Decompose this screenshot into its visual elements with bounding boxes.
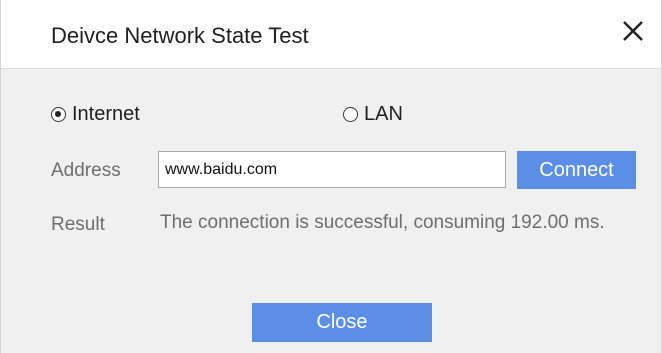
radio-lan-label: LAN	[364, 102, 403, 125]
radio-internet-label: Internet	[72, 102, 140, 125]
address-label: Address	[51, 160, 121, 181]
connect-button[interactable]: Connect	[517, 151, 636, 189]
result-label: Result	[51, 214, 105, 235]
radio-lan[interactable]: LAN	[343, 101, 403, 127]
network-test-dialog: Deivce Network State Test Internet LAN A…	[0, 0, 662, 353]
radio-internet[interactable]: Internet	[51, 101, 140, 127]
close-button[interactable]: Close	[252, 303, 432, 342]
result-text: The connection is successful, consuming …	[160, 212, 605, 233]
radio-internet-indicator[interactable]	[51, 106, 66, 122]
close-icon[interactable]	[622, 20, 644, 42]
dialog-titlebar: Deivce Network State Test	[1, 0, 661, 69]
radio-lan-indicator[interactable]	[343, 106, 358, 122]
address-input[interactable]	[158, 151, 506, 188]
dialog-title: Deivce Network State Test	[51, 23, 309, 48]
